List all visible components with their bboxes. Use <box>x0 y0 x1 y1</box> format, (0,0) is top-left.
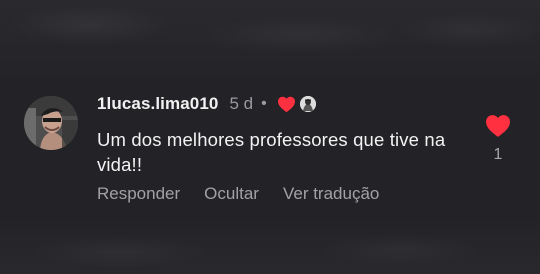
comment-time: 5 d <box>229 94 254 113</box>
blurred-next-content <box>0 222 540 274</box>
heart-icon[interactable] <box>484 114 512 138</box>
commenter-avatar[interactable] <box>24 96 78 150</box>
author-liked-heart-icon <box>277 96 296 113</box>
comment-like-control[interactable]: 1 <box>484 114 512 166</box>
profile-photo <box>24 96 78 150</box>
comment-actions: Responder Ocultar Ver tradução <box>97 184 379 204</box>
like-count: 1 <box>493 146 503 163</box>
translate-button[interactable]: Ver tradução <box>283 184 379 204</box>
comment-content: 1lucas.lima010 5 d • Um dos melhores pro… <box>97 90 487 177</box>
heart-icon <box>277 96 295 112</box>
comment-text: Um dos melhores professores que tive na … <box>97 129 446 175</box>
author-avatar <box>299 96 316 112</box>
username[interactable]: 1lucas.lima010 <box>97 94 218 114</box>
hide-button[interactable]: Ocultar <box>204 184 259 204</box>
blurred-previous-content <box>0 0 540 78</box>
reply-button[interactable]: Responder <box>97 184 180 204</box>
author-avatar-image <box>299 96 316 112</box>
comment-meta: 1lucas.lima010 5 d • <box>97 90 487 118</box>
comment-screen: 1lucas.lima010 5 d • Um dos melhores pro… <box>0 0 540 274</box>
meta-separator: • <box>261 95 267 112</box>
